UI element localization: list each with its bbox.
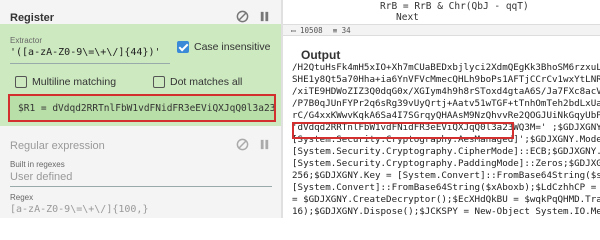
output-line: = $GDJXGNY.CreateDecryptor();$EcXHdQkBU … <box>292 194 600 205</box>
output-title: Output <box>301 48 341 62</box>
line-count: ≡ 34 <box>332 25 351 35</box>
extractor-value[interactable]: '([a-zA-Z0-9\=\+\/]{44})' <box>10 47 161 58</box>
register-r1-value: $R1 = dVdqd2RRTnlFbW1vdFNidFR3eEViQXJqQ0… <box>8 94 276 122</box>
code-line: RrB = RrB & Chr(QbJ - qqT) <box>380 1 529 12</box>
dot-matches-all-checkbox[interactable]: Dot matches all <box>153 76 242 88</box>
regex-operation-header[interactable]: Regular expression <box>0 134 281 158</box>
output-text-area[interactable]: /H2QtuHsFk4mH5xIO+Xh7mCUaBEDxbjlyci2XdmQ… <box>283 62 600 218</box>
output-line: /P7B0qJUnFYPr2q6sRg39vUyQrtj+Aatv51wTGF+… <box>292 98 600 109</box>
input-status-bar: ▭ 10508 ≡ 34 <box>283 24 600 36</box>
input-code-area[interactable]: RrB = RrB & Chr(QbJ - qqT) Next <box>283 0 600 24</box>
output-line: SHE1y8Qt5a70Hha+ia6YnVFVcMmecQHLh9boPs1A… <box>292 74 600 85</box>
case-insensitive-label: Case insensitive <box>194 41 271 53</box>
dot-matches-all-label: Dot matches all <box>170 76 243 88</box>
output-line: /xiTE9HDWoZIZ3Q0dqG0x/XGIym4h9h8rSToxd4g… <box>292 86 600 97</box>
multiline-matching-checkbox[interactable]: Multiline matching <box>15 76 116 88</box>
register-title: Register <box>10 12 55 24</box>
builtin-regexes-dropdown[interactable]: Built in regexes User defined <box>10 160 272 187</box>
dot-matches-all-unchecked-icon[interactable] <box>153 76 165 88</box>
pause-icon[interactable] <box>258 10 271 23</box>
disable-operation-icon[interactable] <box>236 10 249 23</box>
code-line: Next <box>396 12 419 23</box>
r1-text: $R1 = dVdqd2RRTnlFbW1vdFNidFR3eEViQXJqQ0… <box>18 102 276 114</box>
output-line: [System.Security.Cryptography.CipherMode… <box>292 146 600 157</box>
regex-label: Regex <box>10 193 34 202</box>
extractor-field[interactable]: Extractor '([a-zA-Z0-9\=\+\/]{44})' <box>10 36 170 64</box>
regex-field[interactable]: Regex [a-zA-Z0-9\=\+\/]{100,} <box>10 193 272 218</box>
builtin-regexes-label: Built in regexes <box>10 160 65 169</box>
case-insensitive-checkbox[interactable]: Case insensitive <box>177 41 270 53</box>
output-line: 16);$GDJXGNY.Dispose();$JCKSPY = New-Obj… <box>292 206 600 217</box>
regex-value[interactable]: [a-zA-Z0-9\=\+\/]{100,} <box>10 204 148 215</box>
output-line: rC/G4xxKWwvKqkA6Sa4I7SGrqyQHAAsM9NzQhvvR… <box>292 110 600 121</box>
output-line: /H2QtuHsFk4mH5xIO+Xh7mCUaBEDxbjlyci2XdmQ… <box>292 62 600 73</box>
output-line: [System.Security.Cryptography.PaddingMod… <box>292 158 600 169</box>
disable-operation-icon[interactable] <box>236 138 249 151</box>
char-count: ▭ 10508 <box>291 25 323 35</box>
output-line: [System.Convert]::FromBase64String($xAbo… <box>292 182 597 193</box>
output-line: 256;$GDJXGNY.Key = [System.Convert]::Fro… <box>292 170 600 181</box>
highlight-annotation-box <box>292 122 514 139</box>
pause-icon[interactable] <box>258 138 271 151</box>
regex-title: Regular expression <box>10 140 105 152</box>
extractor-label: Extractor <box>10 36 43 45</box>
multiline-matching-unchecked-icon[interactable] <box>15 76 27 88</box>
case-insensitive-checked-icon[interactable] <box>177 41 189 53</box>
multiline-matching-label: Multiline matching <box>32 76 117 88</box>
builtin-regexes-value[interactable]: User defined <box>10 171 72 183</box>
